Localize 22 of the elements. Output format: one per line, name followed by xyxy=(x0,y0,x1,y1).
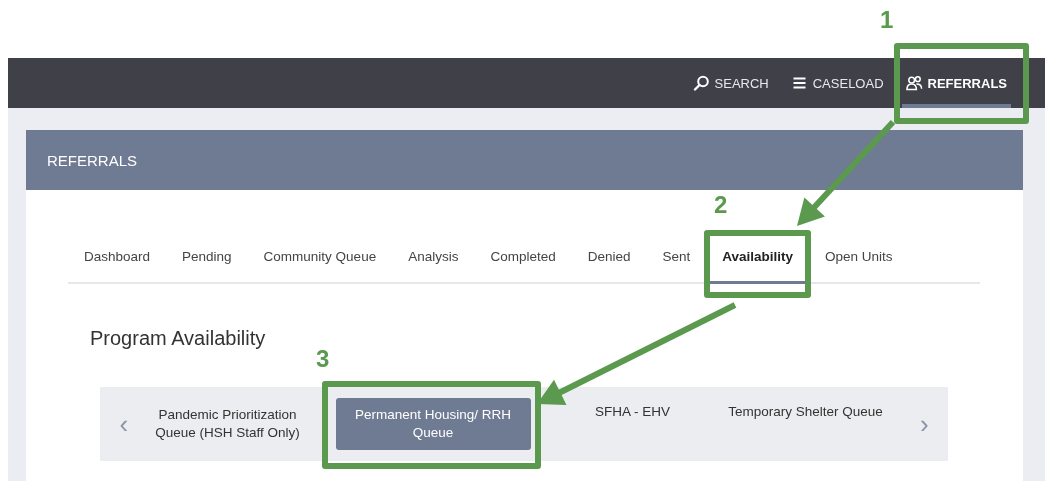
section-title: Program Availability xyxy=(90,327,267,350)
tab[interactable]: Denied xyxy=(571,232,647,284)
tab[interactable]: Completed xyxy=(474,232,572,284)
panel-title: REFERRALS xyxy=(47,151,138,169)
search-icon xyxy=(692,75,710,91)
tab[interactable]: Pending xyxy=(166,232,248,284)
people-icon xyxy=(905,75,923,91)
step-number: 3 xyxy=(316,345,330,373)
program-option[interactable]: Permanent Housing/ RRH Queue xyxy=(335,398,531,450)
step-number: 1 xyxy=(880,6,894,34)
tab[interactable]: Dashboard xyxy=(68,232,167,284)
nav-link[interactable]: CASELOAD xyxy=(786,58,888,108)
program-option[interactable]: SFHA - EHV xyxy=(572,397,693,428)
tab[interactable]: Community Queue xyxy=(247,232,393,284)
step-number: 2 xyxy=(714,191,728,219)
tab[interactable]: Sent xyxy=(646,232,707,284)
tab[interactable]: Open Units xyxy=(809,232,909,284)
tab[interactable]: Analysis xyxy=(392,232,475,284)
program-option[interactable]: Pandemic Prioritization Queue (HSH Staff Only) xyxy=(137,399,318,449)
nav-link[interactable]: SEARCH xyxy=(688,58,773,108)
tab[interactable]: Availability xyxy=(706,232,810,284)
program-option[interactable]: Temporary Shelter Queue xyxy=(700,397,911,428)
